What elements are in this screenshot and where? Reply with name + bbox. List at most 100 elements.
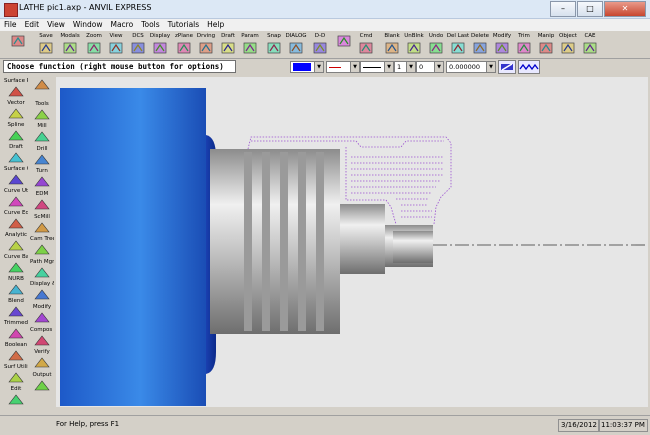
value-select[interactable]: 0.000000 ▼ [446, 61, 496, 73]
sidebar-item-nurb[interactable]: NURB [4, 276, 28, 298]
sidebar-item-drill[interactable]: Drill [30, 146, 54, 168]
sidebar-item-compos-mgmt[interactable]: Compos Mgmt [30, 327, 54, 349]
sidebar-item-modify[interactable]: Modify [30, 304, 54, 326]
sidebar-item-turn[interactable]: Turn [30, 168, 54, 190]
toolbar-button-view[interactable]: View [104, 33, 128, 57]
curve-based-icon [8, 261, 24, 273]
toolbar-button-delete[interactable]: Delete [468, 33, 492, 57]
color-select[interactable]: ▼ [290, 61, 324, 73]
toolbar-button-param[interactable]: Param [238, 33, 262, 57]
boolean-icon [8, 349, 24, 361]
minimize-button[interactable]: – [550, 1, 576, 17]
sidebar-item-output[interactable]: Output [30, 372, 54, 394]
toolbar-button-dialog[interactable]: DIALOG [284, 33, 308, 57]
wave-button[interactable] [518, 60, 540, 74]
cam-tree-icon [34, 243, 50, 255]
sidebar-item-curve-based[interactable]: Curve Based [4, 254, 28, 276]
sidebar-item-surface-curve[interactable]: Surface Curve [4, 166, 28, 188]
line-width-select[interactable]: 1 ▼ [394, 61, 416, 73]
object-icon [561, 41, 575, 55]
toolbar-button-cae[interactable]: CAE [578, 33, 602, 57]
sidebar-item-tools[interactable]: Tools [30, 101, 54, 123]
toolbar-button-blank[interactable]: Blank [380, 33, 404, 57]
sidebar-item-display-edit[interactable]: Display & Edit [30, 281, 54, 303]
sidebar-item-analytic[interactable]: Analytic [4, 232, 28, 254]
toolbar-button-drving[interactable]: Drving [194, 33, 218, 57]
sidebar-item-verify[interactable]: Verify [30, 349, 54, 371]
sidebar-item-surface-point[interactable]: Surface Point [4, 78, 28, 100]
menu-help[interactable]: Help [203, 19, 228, 30]
menu-window[interactable]: Window [69, 19, 107, 30]
status-bar: For Help, press F1 3/16/2012 11:03:37 PM [0, 415, 650, 435]
toolbar-button-manip[interactable]: Manip [534, 33, 558, 57]
toolbar-button-zoom[interactable]: Zoom [82, 33, 106, 57]
toolbar-button-undo[interactable]: Undo [424, 33, 448, 57]
sidebar-item-label: Spline [7, 122, 25, 128]
toolbar-button-snap[interactable]: Snap [262, 33, 286, 57]
toolbar-button-modify[interactable]: Modify [490, 33, 514, 57]
sidebar-item-draft[interactable]: Draft [4, 144, 28, 166]
layer-select[interactable]: 0 ▼ [416, 61, 444, 73]
close-button[interactable]: ✕ [604, 1, 646, 17]
toolbar-button-display[interactable]: Display [148, 33, 172, 57]
sidebar-item-scmill[interactable]: ScMill [30, 214, 54, 236]
menu-tools[interactable]: Tools [137, 19, 163, 30]
sidebar-item-boolean[interactable]: Boolean [4, 342, 28, 364]
toolbar-button-label: Object [559, 33, 577, 39]
sidebar-item-label: Path Mgmt [30, 258, 54, 265]
sidebar-item-label: Tools [35, 100, 49, 107]
toolbar-button-label: Zoom [86, 33, 102, 39]
graphics-viewport[interactable] [56, 77, 648, 407]
toolbar-button-printer[interactable] [332, 33, 356, 57]
sidebar-item-label: Surface Point [4, 78, 28, 84]
toolbar-button-object[interactable]: Object [556, 33, 580, 57]
sidebar-item-stop[interactable] [30, 78, 54, 100]
dd-icon [313, 41, 327, 55]
sidebar-item-label: Curve Editor [4, 210, 28, 216]
sidebar-item-edm[interactable]: EDM [30, 191, 54, 213]
toolbar-button-new-file[interactable] [6, 33, 30, 57]
toolbar-button-unblnk[interactable]: UnBlnk [402, 33, 426, 57]
toolbar-button-zplane[interactable]: zPlane [172, 33, 196, 57]
toolbar-button-draft[interactable]: Draft [216, 33, 240, 57]
chevron-down-icon: ▼ [486, 62, 495, 72]
menu-view[interactable]: View [43, 19, 69, 30]
menu-edit[interactable]: Edit [21, 19, 44, 30]
display-edit-icon [34, 288, 50, 300]
sidebar-item-curve-utility[interactable]: Curve Utility [4, 188, 28, 210]
sidebar-item-surf-utility[interactable]: Surf Utility [4, 364, 28, 386]
toolbar-button-modals[interactable]: Modals [58, 33, 82, 57]
line-type-select[interactable]: ▼ [360, 61, 394, 73]
menu-file[interactable]: File [0, 19, 21, 30]
menu-macro[interactable]: Macro [106, 19, 137, 30]
toolbar-button-label: UnBlnk [404, 33, 424, 39]
sidebar-item-trimmed[interactable]: Trimmed [4, 320, 28, 342]
sidebar-item-cam-tree[interactable]: Cam Tree [30, 236, 54, 258]
toolbar-button-d-d[interactable]: D-D [308, 33, 332, 57]
toolbar-button-trim[interactable]: Trim [512, 33, 536, 57]
menu-tutorials[interactable]: Tutorials [164, 19, 203, 30]
lathe-model [60, 88, 648, 406]
toolbar-button-del-last[interactable]: Del Last [446, 33, 470, 57]
sidebar-item-mill[interactable]: Mill [30, 123, 54, 145]
attributes-button[interactable] [498, 60, 516, 74]
toolbar-button-dcs[interactable]: DCS [126, 33, 150, 57]
spline-icon [8, 129, 24, 141]
manip-icon [539, 41, 553, 55]
sidebar-item-spline[interactable]: Spline [4, 122, 28, 144]
chevron-down-icon: ▼ [314, 62, 323, 72]
draft-curve-icon [8, 151, 24, 163]
maximize-button[interactable]: □ [577, 1, 603, 17]
toolbar-button-label: Trim [518, 33, 530, 39]
toolbar-button-save[interactable]: Save [34, 33, 58, 57]
surface-point-icon [8, 85, 24, 97]
sidebar-item-path-mgmt[interactable]: Path Mgmt [30, 259, 54, 281]
sidebar-item-vector[interactable]: Vector [4, 100, 28, 122]
sidebar-item-edit[interactable]: Edit [4, 386, 28, 408]
sidebar-item-curve-editor[interactable]: Curve Editor [4, 210, 28, 232]
sidebar-item-label: Output [32, 371, 52, 378]
line-style-select[interactable]: ▼ [326, 61, 360, 73]
toolbar-button-label: Snap [267, 33, 281, 39]
toolbar-button-cmd[interactable]: Cmd [354, 33, 378, 57]
sidebar-item-blend[interactable]: Blend [4, 298, 28, 320]
